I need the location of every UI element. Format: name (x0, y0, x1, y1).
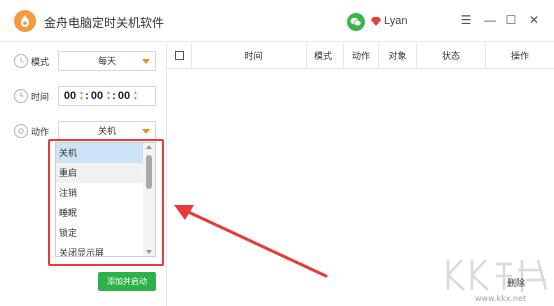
dropdown-option[interactable]: 睡眠 (56, 203, 155, 223)
column-header-action: 动作 (343, 43, 378, 69)
user-name[interactable]: Lyan (384, 15, 407, 27)
minimize-button[interactable]: — (482, 12, 498, 28)
scrollbar-thumb[interactable] (146, 155, 152, 189)
action-icon (14, 124, 28, 138)
dropdown-option[interactable]: 重启 (56, 163, 155, 183)
annotation-arrow-icon (174, 205, 328, 278)
column-header-mode: 模式 (306, 43, 339, 69)
scroll-down-icon[interactable] (146, 250, 152, 254)
chevron-down-icon (142, 129, 150, 134)
mode-row: 模式 (14, 51, 49, 71)
time-icon (14, 89, 28, 103)
scroll-up-icon[interactable] (146, 145, 152, 149)
action-dropdown-list[interactable]: 关机 重启 注销 睡眠 锁定 关闭显示屏 (55, 142, 156, 257)
mode-select[interactable]: 每天 (58, 51, 156, 71)
dropdown-option[interactable]: 关闭显示屏 (56, 243, 155, 256)
chevron-down-icon (142, 59, 150, 64)
column-header-operation: 操作 (485, 43, 554, 69)
vip-gem-icon (371, 17, 381, 26)
hours-stepper-icon[interactable]: ▲ ▼ (78, 90, 85, 102)
column-header-status: 状态 (416, 43, 485, 69)
dropdown-option[interactable]: 注销 (56, 183, 155, 203)
time-seconds[interactable]: 00 (116, 90, 132, 102)
time-input[interactable]: 00 ▲ ▼ : 00 ▲ ▼ : 00 ▲ ▼ (58, 86, 156, 106)
clock-icon (14, 54, 28, 68)
wechat-icon[interactable] (347, 13, 365, 31)
title-bar: 金舟电脑定时关机软件 Lyan ☰ — ☐ ✕ (0, 0, 554, 42)
task-table-header: 时间 模式 动作 对象 状态 操作 (167, 43, 554, 69)
select-all-checkbox[interactable] (175, 51, 184, 60)
action-row: 动作 (14, 121, 49, 141)
mode-label: 模式 (31, 56, 50, 67)
dropdown-option[interactable]: 锁定 (56, 223, 155, 243)
delete-button[interactable]: 删除 (507, 276, 525, 289)
column-header-time: 时间 (191, 43, 315, 69)
time-label: 时间 (31, 91, 50, 102)
mode-select-value: 每天 (97, 56, 116, 66)
maximize-button[interactable]: ☐ (503, 12, 519, 28)
time-minutes[interactable]: 00 (89, 90, 105, 102)
app-logo-icon (14, 10, 36, 32)
app-title: 金舟电脑定时关机软件 (44, 16, 165, 30)
action-select-value: 关机 (97, 126, 116, 136)
dropdown-scrollbar[interactable] (143, 143, 155, 256)
close-button[interactable]: ✕ (526, 12, 542, 28)
add-and-start-button[interactable]: 添加并启动 (98, 272, 156, 291)
column-header-target: 对象 (378, 43, 416, 69)
menu-icon[interactable]: ☰ (458, 12, 474, 28)
seconds-stepper-icon[interactable]: ▲ ▼ (132, 90, 139, 102)
action-label: 动作 (31, 126, 50, 137)
watermark-url: www.kkx.net (475, 294, 527, 303)
time-hours[interactable]: 00 (62, 90, 78, 102)
action-select[interactable]: 关机 (58, 121, 156, 141)
time-row: 时间 (14, 86, 49, 106)
dropdown-option[interactable]: 关机 (56, 143, 155, 163)
minutes-stepper-icon[interactable]: ▲ ▼ (105, 90, 112, 102)
panel-divider (166, 43, 167, 306)
